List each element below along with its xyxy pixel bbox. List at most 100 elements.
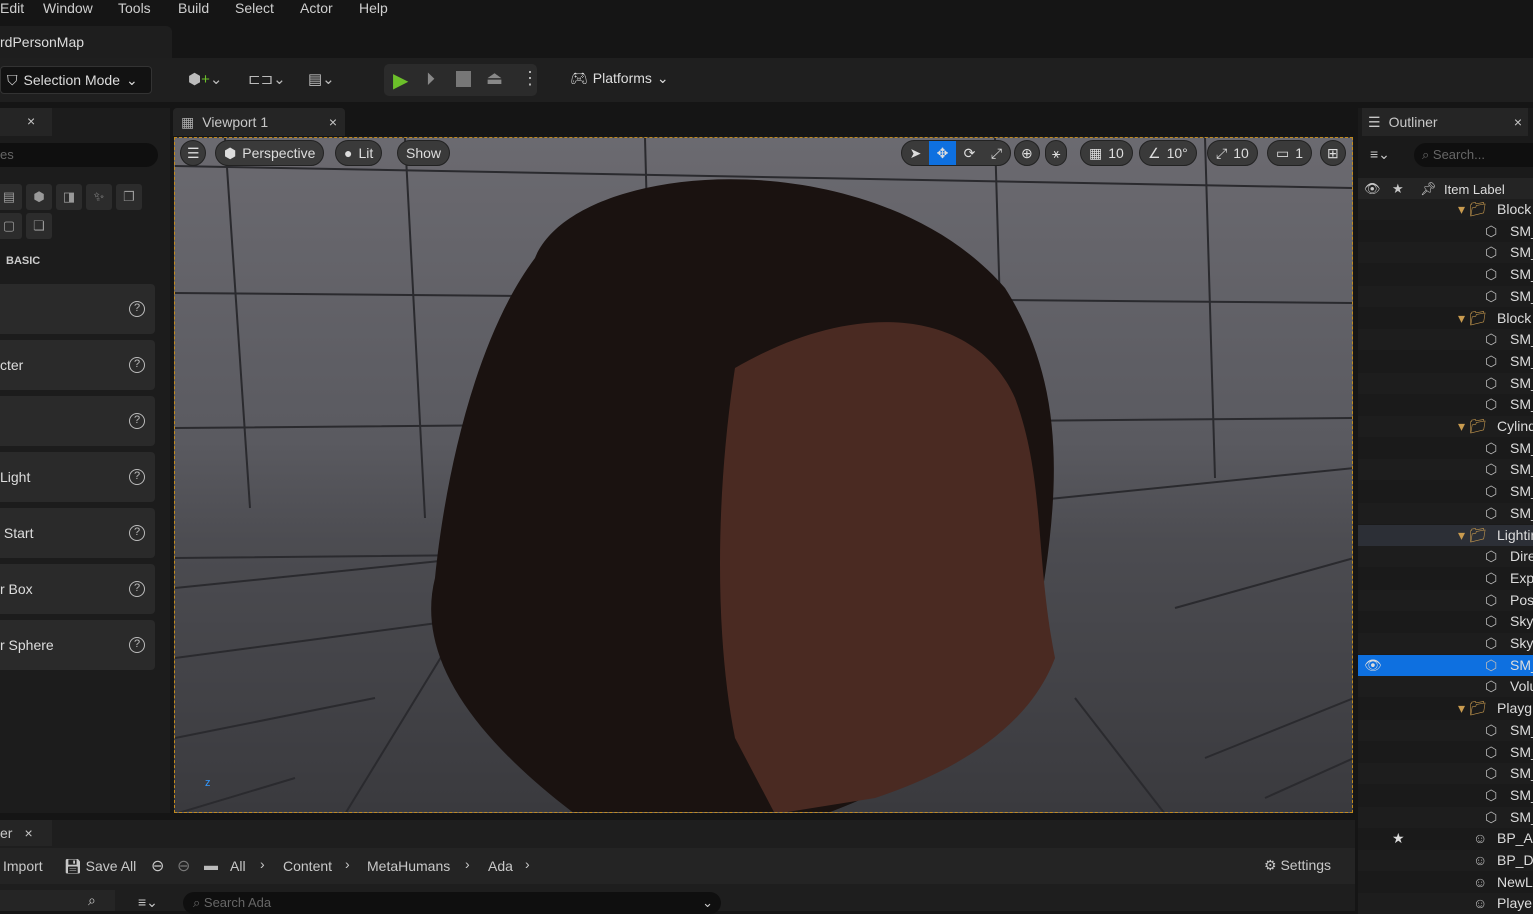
breadcrumb-metahumans[interactable]: MetaHumans: [367, 858, 450, 874]
menu-window[interactable]: Window: [43, 0, 93, 16]
outliner-search[interactable]: ⌕ Search...: [1414, 143, 1533, 167]
menu-edit[interactable]: Edit: [0, 0, 24, 16]
outliner-row[interactable]: ▾ 📁︎ Block: [1358, 308, 1533, 329]
outliner-row[interactable]: ⬡ SM_: [1358, 264, 1533, 285]
selection-mode-dropdown[interactable]: ⛉ Selection Mode ⌄: [0, 66, 152, 94]
outliner-row[interactable]: ⬡ SM_: [1358, 351, 1533, 372]
scale-tool-icon[interactable]: ⤢: [983, 145, 1010, 162]
outliner-row[interactable]: ⬡ SM_: [1358, 438, 1533, 459]
level-viewport[interactable]: z: [174, 137, 1353, 813]
breadcrumb-all[interactable]: All: [230, 858, 246, 874]
outliner-row[interactable]: ⬡ SM_: [1358, 459, 1533, 481]
place-item[interactable]: ?: [0, 284, 155, 334]
breadcrumb-content[interactable]: Content: [283, 858, 332, 874]
chevron-right-icon[interactable]: ›: [465, 856, 470, 872]
scale-snap-button[interactable]: ⤢ 10: [1207, 140, 1258, 166]
lit-button[interactable]: ● Lit: [335, 140, 383, 166]
show-button[interactable]: Show: [397, 140, 451, 166]
back-button[interactable]: ⊖: [151, 856, 164, 876]
visibility-icon[interactable]: 👁︎: [1364, 657, 1382, 674]
viewport-layout-button[interactable]: ⊞: [1320, 140, 1346, 166]
save-all-button[interactable]: 💾︎ Save All: [64, 858, 136, 875]
menu-build[interactable]: Build: [178, 0, 209, 16]
place-actors-tab[interactable]: ×: [0, 108, 52, 136]
menu-tools[interactable]: Tools: [118, 0, 151, 16]
outliner-row[interactable]: ⬡ SM_: [1358, 785, 1533, 806]
close-icon[interactable]: ×: [27, 113, 35, 129]
item-label-column[interactable]: Item Label: [1444, 182, 1505, 197]
blueprint-button[interactable]: ⊏⊐⌄: [248, 70, 286, 88]
star-column-icon[interactable]: ★: [1392, 181, 1404, 197]
shapes-icon[interactable]: ⬢: [26, 184, 52, 210]
all-classes-icon[interactable]: ❐: [116, 184, 142, 210]
place-item[interactable]: ?: [0, 396, 155, 446]
help-icon[interactable]: ?: [129, 525, 145, 541]
close-icon[interactable]: ×: [1514, 114, 1522, 130]
outliner-row[interactable]: ⬡ Dire: [1358, 546, 1533, 568]
pin-column-icon[interactable]: 📌︎: [1420, 181, 1437, 197]
world-local-toggle[interactable]: ⊕: [1014, 140, 1040, 166]
rotation-snap-button[interactable]: ∠ 10°: [1139, 140, 1197, 166]
stop-button[interactable]: [456, 71, 471, 87]
outliner-row[interactable]: ⬡ SM_: [1358, 481, 1533, 502]
outliner-row[interactable]: ⬡ SM_: [1358, 372, 1533, 394]
viewport-menu-button[interactable]: ☰: [180, 140, 206, 166]
camera-speed-button[interactable]: ▭ 1: [1267, 140, 1313, 166]
help-icon[interactable]: ?: [129, 637, 145, 653]
place-item[interactable]: Light?: [0, 452, 155, 502]
more-options-button[interactable]: ⋮: [521, 68, 539, 89]
outliner-tab[interactable]: ☰ Outliner ×: [1362, 108, 1528, 136]
outliner-row[interactable]: ⬡ SM_: [1358, 806, 1533, 828]
filter-button[interactable]: ≡⌄: [138, 894, 158, 911]
outliner-row[interactable]: ⬡ SM_: [1358, 763, 1533, 785]
menu-help[interactable]: Help: [359, 0, 388, 16]
help-icon[interactable]: ?: [129, 301, 145, 317]
recent-icon[interactable]: ▤: [0, 184, 22, 210]
select-tool-icon[interactable]: ➤: [902, 145, 929, 162]
map-tab[interactable]: rdPersonMap: [0, 26, 172, 58]
outliner-row[interactable]: ▾ 📁︎ Playg: [1358, 698, 1533, 719]
place-item[interactable]: r Sphere?: [0, 620, 155, 670]
help-icon[interactable]: ?: [129, 357, 145, 373]
close-icon[interactable]: ×: [24, 825, 32, 841]
platforms-button[interactable]: 🎮︎ Platforms ⌄: [570, 70, 669, 87]
place-actors-search[interactable]: es: [0, 143, 158, 167]
outliner-row[interactable]: ⬡ Pos: [1358, 589, 1533, 611]
place-item[interactable]: Start?: [0, 508, 155, 558]
close-icon[interactable]: ×: [329, 114, 337, 130]
forward-button[interactable]: ⊖: [177, 856, 190, 876]
rotate-tool-icon[interactable]: ⟳: [956, 145, 983, 162]
place-item[interactable]: cter?: [0, 340, 155, 390]
help-icon[interactable]: ?: [129, 413, 145, 429]
perspective-button[interactable]: ⬢ Perspective: [215, 140, 325, 166]
import-button[interactable]: Import: [3, 858, 43, 874]
place-item[interactable]: r Box?: [0, 564, 155, 614]
menu-actor[interactable]: Actor: [300, 0, 333, 16]
outliner-row[interactable]: ▾ 📁︎ Block: [1358, 199, 1533, 220]
chevron-right-icon[interactable]: ›: [345, 856, 350, 872]
outliner-row[interactable]: ⬡ Sky: [1358, 611, 1533, 632]
outliner-row[interactable]: ⬡ Exp: [1358, 568, 1533, 589]
outliner-row[interactable]: ⬡ Sky: [1358, 633, 1533, 654]
outliner-row[interactable]: ☺ BP_D: [1358, 850, 1533, 871]
outliner-row[interactable]: ⬡ Volu: [1358, 676, 1533, 698]
sources-search[interactable]: ⌕: [0, 890, 115, 911]
surface-snap-button[interactable]: ⚹: [1045, 140, 1068, 166]
settings-button[interactable]: ⚙ Settings: [1264, 857, 1331, 874]
star-icon[interactable]: ★: [1392, 830, 1405, 847]
outliner-row[interactable]: ⬡ SM_: [1358, 719, 1533, 741]
effects-icon[interactable]: ✨︎: [86, 184, 112, 210]
visual-effects-icon[interactable]: ❏: [26, 213, 52, 239]
lights-icon[interactable]: ◨: [56, 184, 82, 210]
cinematics-button[interactable]: ▤⌄: [308, 70, 335, 88]
visibility-column-icon[interactable]: 👁︎: [1364, 181, 1381, 197]
help-icon[interactable]: ?: [129, 581, 145, 597]
add-actor-button[interactable]: ⬢+⌄: [188, 70, 222, 88]
advance-frame-button[interactable]: ⏵: [426, 69, 435, 90]
outliner-row[interactable]: 👁︎ ⬡ SM_: [1358, 654, 1533, 676]
outliner-row[interactable]: ☺ NewL: [1358, 872, 1533, 893]
chevron-right-icon[interactable]: ›: [525, 856, 530, 872]
outliner-row[interactable]: ⬡ SM_: [1358, 742, 1533, 763]
outliner-row[interactable]: ⬡ SM_: [1358, 221, 1533, 242]
outliner-row[interactable]: ⬡ SM_: [1358, 502, 1533, 524]
